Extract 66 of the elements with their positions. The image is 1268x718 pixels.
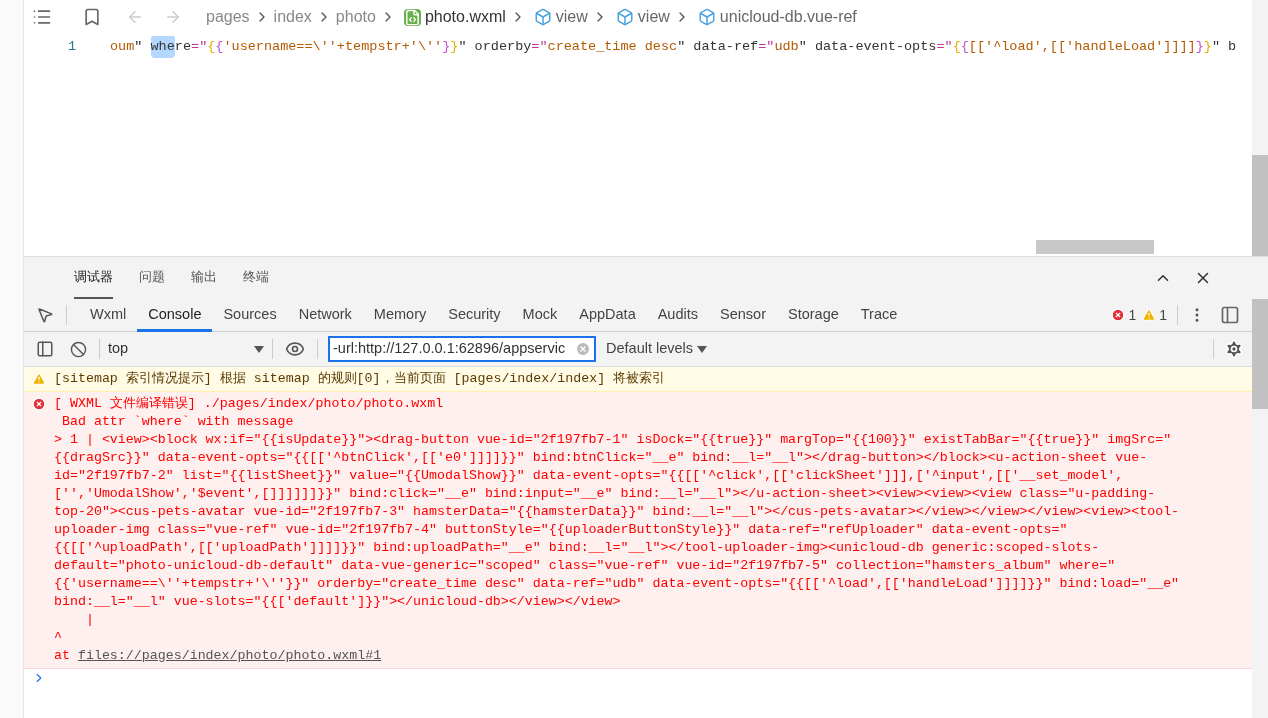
vertical-scrollbar-thumb[interactable]	[1252, 299, 1268, 409]
message-line: id="2f197fb7-2" list="{{listSheet}}" value="{{UmodalShow}}" data-event-opts="{{[['^click',[['clickSheet']]],['^input',[['__set_model',	[54, 467, 1125, 485]
devtools-tab[interactable]: Storage	[776, 298, 850, 332]
line-number: 1	[66, 37, 77, 56]
message-line: Bad attr `where` with message	[60, 413, 295, 431]
sidebar-toggle-icon[interactable]	[36, 340, 54, 358]
message-line: {{[['^uploadPath',[['uploadPath']]]]}}" bind:uploadPath="__e" bind:__l="__l"></tool-uploader-img><unicloud-db generic:scoped-slots-	[54, 539, 1101, 557]
source-link[interactable]: files://pages/index/photo/photo.wxml#1	[77, 648, 382, 663]
cube-icon	[533, 8, 552, 26]
message-line: [ WXML 文件编译错误] ./pages/index/photo/photo.wxml	[54, 395, 445, 413]
devtools-tab[interactable]: Sources	[212, 298, 288, 332]
devtools-tab[interactable]: Wxml	[79, 298, 138, 332]
message-line: {{'username==\''+tempstr+'\''}}" orderby="create_time desc" data-ref="udb" data-event-opts="{{[['^load',[['handleLoad']]]]}}" bind:load="__e"	[54, 575, 1180, 593]
message-line: ^	[54, 629, 63, 647]
error-icon	[1111, 308, 1126, 322]
devtools-tab[interactable]: Mock	[511, 298, 569, 332]
devtools-tab[interactable]: AppData	[568, 298, 647, 332]
vertical-scrollbar-thumb[interactable]	[1252, 155, 1268, 256]
message-line: ['','UmodalShow','$event',[]]]]]]}}" bind:click="__e" bind:input="__e" bind:__l="__l"></u-action-sheet><view><view><view class="u-padding-	[54, 485, 1157, 503]
devtools-tab[interactable]: Trace	[849, 298, 909, 332]
code-line: oum" where="{{'username==\''+tempstr+'\''}}" orderby="create_time desc" data-ref="udb" data-event-opts="{{[['^load',[['handleLoad']]]]}}" b	[110, 36, 1237, 58]
cube-icon	[615, 8, 634, 26]
devtools-tab[interactable]: Security	[437, 298, 512, 332]
message-line: > 1 | <view><block wx:if="{{isUpdate}}"><drag-button vue-id="2f197fb7-1" isDock="{{true}}" margTop="{{100}}" existTabBar="{{true}}" imgSrc="	[54, 431, 1173, 449]
breadcrumb-item[interactable]: index	[273, 5, 312, 29]
error-count[interactable]: 1	[1128, 304, 1137, 326]
dock-icon[interactable]	[1220, 305, 1240, 325]
file-icon	[403, 8, 421, 26]
horizontal-scrollbar-thumb[interactable]	[1036, 240, 1154, 254]
breadcrumb-item[interactable]: photo.wxml	[424, 5, 506, 29]
warning-count[interactable]: 1	[1159, 304, 1167, 326]
message-line: bind:__l="__l" vue-slots="{{['default']}}"></unicloud-db></view></view>	[54, 593, 622, 611]
inspect-icon[interactable]	[36, 306, 54, 324]
panel-tab[interactable]: 问题	[139, 257, 165, 299]
bookmark-icon[interactable]	[82, 7, 102, 27]
breadcrumb-item[interactable]: view	[555, 5, 588, 29]
devtools-tab[interactable]: Network	[287, 298, 363, 332]
breadcrumb-item[interactable]: view	[637, 5, 670, 29]
levels-select[interactable]: Default levels	[606, 338, 708, 360]
settings-icon[interactable]	[1224, 339, 1244, 359]
filter-field[interactable]: -url:http://127.0.0.1:62896/appservic	[328, 336, 596, 362]
message-line: |	[84, 611, 95, 629]
cube-icon	[697, 8, 716, 26]
message-line: {{dragSrc}}" data-event-opts="{{[['^btnClick',[['e0']]]]}}" bind:btnClick="__e" bind:__l="__l"></drag-button></block><u-action-sheet vue-	[54, 449, 1149, 467]
devtools-tab[interactable]: Memory	[362, 298, 438, 332]
message-line: top-20"><cus-pets-avatar vue-id="2f197fb7-3" hamsterData="{{hamsterData}}" bind:__l="__l"></cus-pets-avatar></view></view></view><view><tool-	[54, 503, 1180, 521]
devtools-tab[interactable]: Audits	[646, 298, 709, 332]
dropdown-caret-icon	[697, 345, 708, 353]
panel-tab[interactable]: 输出	[191, 257, 217, 299]
warning-icon	[32, 372, 46, 386]
outline-icon[interactable]	[32, 7, 52, 27]
breadcrumb-item[interactable]: unicloud-db.vue-ref	[719, 5, 857, 29]
at-label: at	[54, 648, 71, 663]
message-line: uploader-img class="vue-ref" vue-id="2f197fb7-4" buttonStyle="{{uploaderButtonStyle}}" data-ref="refUploader" data-event-opts="	[54, 521, 1069, 539]
message-line: [sitemap 索引情况提示] 根据 sitemap 的规则[0]，当前页面 [pages/index/index] 将被索引	[54, 370, 666, 388]
context-select[interactable]: top	[100, 338, 272, 360]
breadcrumb-item[interactable]: pages	[206, 5, 250, 29]
error-icon	[32, 397, 46, 411]
dropdown-caret-icon	[254, 345, 264, 353]
message-line: default="photo-unicloud-db-default" data-vue-generic="scoped" class="vue-ref" vue-id="2f197fb7-5" collection="hamsters_album" where="	[54, 557, 1117, 575]
warning-icon	[1142, 308, 1157, 322]
panel-tab[interactable]: 终端	[243, 257, 269, 299]
clear-console-icon[interactable]	[70, 340, 87, 358]
devtools-tab[interactable]: Sensor	[709, 298, 777, 332]
breadcrumb-item[interactable]: photo	[335, 5, 376, 29]
eye-icon[interactable]	[285, 339, 305, 359]
